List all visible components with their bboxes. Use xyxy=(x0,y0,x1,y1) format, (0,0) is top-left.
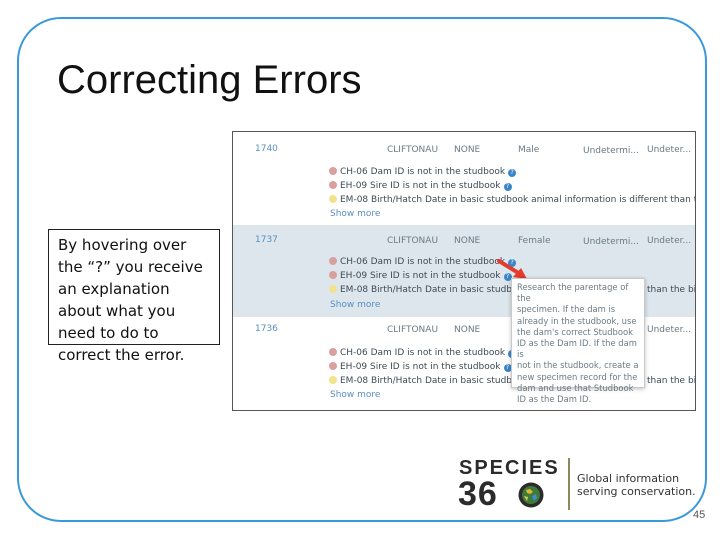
tooltip-line: already in the studbook, use xyxy=(517,315,637,326)
tooltip-line: ID as the Dam ID. If the dam is xyxy=(517,338,637,360)
record-id[interactable]: 1737 xyxy=(255,235,278,245)
error-dot-red xyxy=(329,257,337,265)
explanation-textbox: By hovering over the “?” you receive an … xyxy=(48,229,220,364)
error-line: EH-09 Sire ID is not in the studbook? xyxy=(329,361,512,373)
error-text: EM-08 Birth/Hatch Date in basic studbook xyxy=(340,376,529,386)
record-owner: NONE xyxy=(454,236,481,246)
error-line: EM-08 Birth/Hatch Date in basic studbook xyxy=(329,375,528,387)
error-dot-red xyxy=(329,348,337,356)
error-line: EH-09 Sire ID is not in the studbook? xyxy=(329,180,512,192)
record-id[interactable]: 1736 xyxy=(255,324,278,334)
error-text: EH-09 Sire ID is not in the studbook xyxy=(340,271,501,281)
help-tooltip: Research the parentage of the specimen. … xyxy=(511,278,645,404)
logo-tagline-1: Global information xyxy=(577,472,680,485)
error-dot-yellow xyxy=(329,195,337,203)
tooltip-line: Research the parentage of the xyxy=(517,282,629,304)
tooltip-line: specimen. If the dam is xyxy=(517,304,616,315)
error-text: EH-09 Sire ID is not in the studbook xyxy=(340,181,501,191)
record-col5: Undeter... xyxy=(647,145,692,155)
error-dot-red xyxy=(329,181,337,189)
record-house: CLIFTONAU xyxy=(387,236,439,246)
screenshot-panel: 1740 CLIFTONAU NONE Male Undetermi... Un… xyxy=(232,131,696,411)
record-col5: Undeter... xyxy=(647,236,692,246)
record-sex: Male xyxy=(518,145,540,155)
error-line: CH-06 Dam ID is not in the studbook? xyxy=(329,347,517,359)
error-dot-red xyxy=(329,167,337,175)
tooltip-line: new specimen record for the xyxy=(517,371,638,382)
error-text: EH-09 Sire ID is not in the studbook xyxy=(340,362,501,372)
globe-icon xyxy=(518,482,544,508)
logo-tagline-2: serving conservation. xyxy=(577,485,696,498)
error-text: CH-06 Dam ID is not in the studbook xyxy=(340,167,506,177)
show-more-link[interactable]: Show more xyxy=(330,390,380,400)
record-house: CLIFTONAU xyxy=(387,325,439,335)
error-dot-yellow xyxy=(329,376,337,384)
logo-divider xyxy=(568,458,570,510)
error-line: EH-09 Sire ID is not in the studbook? xyxy=(329,270,512,282)
record-sex: Female xyxy=(518,236,551,246)
error-line: EM-08 Birth/Hatch Date in basic studbook xyxy=(329,284,528,296)
error-dot-red xyxy=(329,362,337,370)
record-col5: Undeter... xyxy=(647,325,692,335)
help-icon[interactable]: ? xyxy=(508,169,517,177)
error-line: CH-06 Dam ID is not in the studbook? xyxy=(329,256,517,268)
error-dot-red xyxy=(329,271,337,279)
slide-title: Correcting Errors xyxy=(57,58,362,102)
record-owner: NONE xyxy=(454,145,481,155)
page-number: 45 xyxy=(693,509,706,521)
show-more-link[interactable]: Show more xyxy=(330,209,380,219)
error-line: CH-06 Dam ID is not in the studbook? xyxy=(329,166,517,178)
error-trailing-text: than the bir xyxy=(647,285,696,295)
error-line: EM-08 Birth/Hatch Date in basic studbook… xyxy=(329,194,696,206)
logo-number-text: 36 xyxy=(458,475,498,513)
error-trailing-text: than the bir xyxy=(647,376,696,386)
record-owner: NONE xyxy=(454,325,481,335)
error-text: EM-08 Birth/Hatch Date in basic studbook xyxy=(340,285,529,295)
record-id[interactable]: 1740 xyxy=(255,144,278,154)
help-icon[interactable]: ? xyxy=(503,183,512,191)
record-col4: Undetermi... xyxy=(583,237,639,247)
error-dot-yellow xyxy=(329,285,337,293)
error-text: EM-08 Birth/Hatch Date in basic studbook… xyxy=(340,195,696,205)
show-more-link[interactable]: Show more xyxy=(330,300,380,310)
logo-number: 36 xyxy=(458,475,498,514)
species360-logo: SPECIES 36 Global information serving co… xyxy=(456,455,696,515)
error-text: CH-06 Dam ID is not in the studbook xyxy=(340,257,506,267)
tooltip-line: the dam's correct Studbook xyxy=(517,326,633,337)
tooltip-line: ID as the Dam ID. xyxy=(517,394,592,405)
record-house: CLIFTONAU xyxy=(387,145,439,155)
record-row[interactable]: 1740 CLIFTONAU NONE Male Undetermi... Un… xyxy=(233,132,695,225)
tooltip-line: dam and use that Studbook xyxy=(517,382,634,393)
tooltip-line: not in the studbook, create a xyxy=(517,360,639,371)
error-text: CH-06 Dam ID is not in the studbook xyxy=(340,348,506,358)
red-arrow-icon xyxy=(497,259,527,279)
record-col4: Undetermi... xyxy=(583,146,639,156)
